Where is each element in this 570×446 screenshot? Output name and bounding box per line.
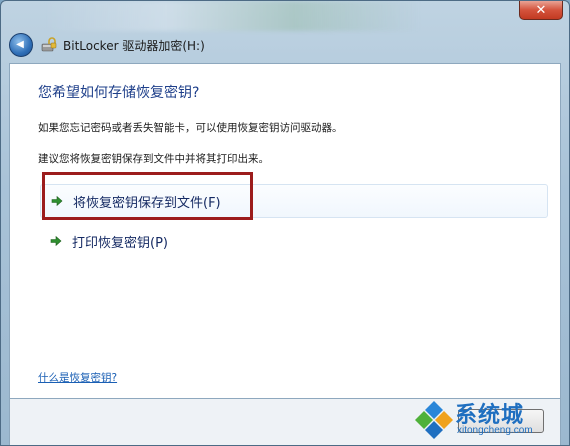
green-arrow-icon — [50, 235, 62, 247]
description-text: 如果您忘记密码或者丢失智能卡，可以使用恢复密钥访问驱动器。 — [38, 122, 343, 134]
watermark-url: xitongcheng.com — [457, 425, 533, 436]
bitlocker-icon — [41, 37, 57, 53]
print-key-option[interactable]: 打印恢复密钥(P) — [40, 224, 340, 258]
highlight-box — [42, 172, 253, 220]
window-title: BitLocker 驱动器加密(H:) — [63, 38, 205, 53]
back-arrow-icon: ◀ — [16, 39, 24, 50]
glass-background — [41, 1, 421, 31]
content-pane: 您希望如何存储恢复密钥? 如果您忘记密码或者丢失智能卡，可以使用恢复密钥访问驱动… — [9, 63, 561, 399]
print-key-label: 打印恢复密钥(P) — [72, 235, 168, 251]
close-icon: ✕ — [535, 2, 547, 18]
back-button[interactable]: ◀ — [9, 33, 33, 57]
close-button[interactable]: ✕ — [519, 1, 563, 20]
title-bar: ◀ BitLocker 驱动器加密(H:) — [9, 31, 549, 59]
suggestion-text: 建议您将恢复密钥保存到文件中并将其打印出来。 — [38, 153, 269, 165]
watermark: 系统城 xitongcheng.com — [415, 397, 565, 443]
what-is-recovery-key-link[interactable]: 什么是恢复密钥? — [38, 370, 117, 385]
bitlocker-window: ✕ ◀ BitLocker 驱动器加密(H:) 您希望如何存储恢复密钥? 如果您… — [0, 0, 570, 446]
windows-logo-icon — [415, 401, 453, 439]
page-heading: 您希望如何存储恢复密钥? — [38, 85, 200, 101]
